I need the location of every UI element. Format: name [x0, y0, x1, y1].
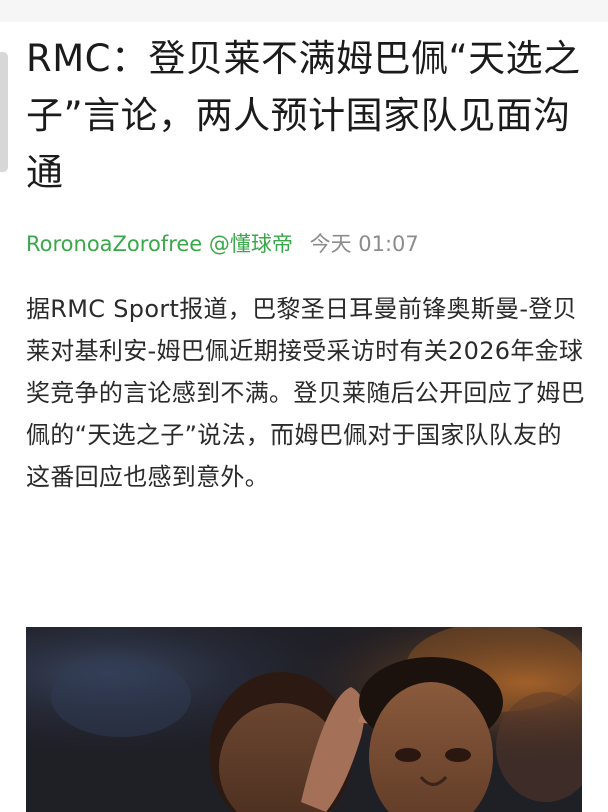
- article-title: RMC：登贝莱不满姆巴佩“天选之子”言论，两人预计国家队见面沟通: [26, 37, 581, 194]
- article-photo[interactable]: [26, 627, 582, 812]
- article-body: 据RMC Sport报道，巴黎圣日耳曼前锋奥斯曼-登贝莱对基利安-姆巴佩近期接受…: [26, 295, 585, 491]
- side-edge-handle[interactable]: [0, 52, 8, 172]
- top-strip: [0, 0, 608, 22]
- article: RMC：登贝莱不满姆巴佩“天选之子”言论，两人预计国家队见面沟通 Roronoa…: [26, 30, 586, 498]
- author-link[interactable]: RoronoaZorofree @懂球帝: [26, 232, 293, 256]
- publish-time: 今天 01:07: [309, 232, 419, 256]
- article-meta: RoronoaZorofree @懂球帝 今天 01:07: [26, 230, 586, 258]
- photo-illustration: [26, 627, 582, 812]
